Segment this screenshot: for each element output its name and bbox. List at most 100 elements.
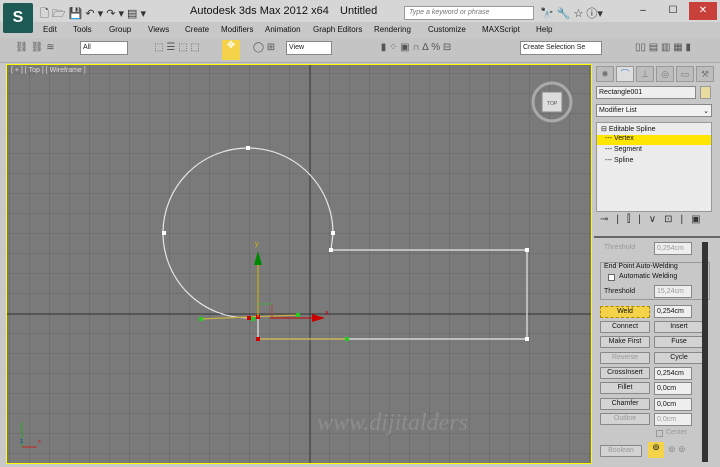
weld-button[interactable]: Weld	[600, 306, 650, 318]
menu-maxscript[interactable]: MAXScript	[482, 25, 520, 34]
modifier-list-dropdown[interactable]: Modifier List ⌄	[596, 104, 712, 117]
fuse-button[interactable]: Fuse	[654, 336, 704, 348]
boolean-button[interactable]: Boolean	[600, 445, 642, 457]
top-viewport[interactable]: y x www.dijitalders y x z TOP [ + ] [ To…	[6, 64, 592, 464]
weld-threshold-field[interactable]: 0,254cm	[654, 305, 692, 318]
selected-vertex	[256, 337, 260, 341]
menu-views[interactable]: Views	[148, 25, 169, 34]
menu-graph-editors[interactable]: Graph Editors	[313, 25, 362, 34]
connect-button[interactable]: Connect	[600, 321, 650, 333]
infocenter-icons[interactable]: 🔭 🔧 ☆ ⓘ▾	[540, 5, 603, 21]
threshold-label: Threshold	[604, 288, 636, 295]
display-tab-icon[interactable]: ▭	[676, 66, 694, 82]
create-tab-icon[interactable]: ✸	[596, 66, 614, 82]
menu-create[interactable]: Create	[185, 25, 209, 34]
object-name-field[interactable]: Rectangle001	[596, 86, 696, 99]
vertex	[329, 248, 333, 252]
outline-button[interactable]: Outline	[600, 413, 650, 425]
grid	[7, 65, 591, 463]
crossinsert-button[interactable]: CrossInsert	[600, 367, 650, 379]
rotate-scale-icons[interactable]: ◯ ⊞	[244, 42, 284, 58]
maximize-button[interactable]: ☐	[659, 2, 687, 20]
selection-filter-dropdown[interactable]: All	[80, 41, 128, 55]
svg-text:z: z	[20, 439, 23, 445]
menu-tools[interactable]: Tools	[73, 25, 92, 34]
autoweld-group-label: End Point Auto-Welding	[604, 263, 678, 270]
handle-point	[345, 337, 349, 341]
insert-button[interactable]: Insert	[654, 321, 704, 333]
automatic-welding-checkbox[interactable]	[608, 274, 615, 281]
handle-point	[199, 317, 203, 321]
menu-rendering[interactable]: Rendering	[374, 25, 411, 34]
menu-help[interactable]: Help	[536, 25, 552, 34]
vertex	[162, 231, 166, 235]
reference-coordinate-dropdown[interactable]: View	[286, 41, 332, 55]
stack-item-editable-spline[interactable]: ⊟ Editable Spline	[601, 125, 656, 133]
hierarchy-tab-icon[interactable]: ⊥	[636, 66, 654, 82]
main-toolbar: ⛓ ⛓ ≋ All ⬚ ☰ ⬚ ⬚ ✥ ◯ ⊞ View ▮ ⁘ ▣ ∩ ∆ %…	[0, 38, 720, 63]
handle-point	[251, 317, 255, 321]
watermark: www.dijitalders	[317, 410, 468, 436]
modify-tab-icon[interactable]: ⌒	[616, 66, 634, 82]
select-move-icon[interactable]: ✥	[222, 40, 240, 60]
vertex	[525, 248, 529, 252]
chamfer-field[interactable]: 0,0cm	[654, 398, 692, 411]
stack-item-segment[interactable]: --- Segment	[605, 146, 642, 153]
threshold-field[interactable]: 15,24cm	[654, 285, 692, 298]
fillet-button[interactable]: Fillet	[600, 382, 650, 394]
make-first-button[interactable]: Make First	[600, 336, 650, 348]
modifier-stack: ⊟ Editable Spline --- Vertex --- Segment…	[596, 122, 712, 212]
app-title: Autodesk 3ds Max 2012 x64	[190, 5, 329, 17]
link-unlink-bind-icons[interactable]: ⛓ ⛓ ≋	[10, 42, 60, 58]
viewport-canvas: y x www.dijitalders y x z TOP	[7, 65, 591, 463]
title-bar: S 🗋 🗁 💾 ↶ ▾ ↷ ▾ ▤ ▾ Autodesk 3ds Max 201…	[0, 0, 720, 33]
vertex	[246, 146, 250, 150]
utilities-tab-icon[interactable]: ⚒	[696, 66, 714, 82]
search-input[interactable]: Type a keyword or phrase	[404, 6, 534, 20]
mirror-align-icons[interactable]: ▯▯ ▤ ▥ ▦ ▮	[606, 42, 720, 58]
center-label: Center	[666, 429, 688, 436]
crossinsert-field[interactable]: 0,254cm	[654, 367, 692, 380]
selected-vertex	[247, 316, 251, 320]
rollout-scrollbar[interactable]	[702, 242, 708, 462]
chamfer-button[interactable]: Chamfer	[600, 398, 650, 410]
document-title: Untitled	[340, 5, 378, 17]
viewport-label[interactable]: [ + ] [ Top ] [ Wireframe ]	[11, 67, 86, 74]
outline-field[interactable]: 0,0cm	[654, 413, 692, 426]
svg-text:TOP: TOP	[547, 101, 558, 107]
vertex	[525, 337, 529, 341]
boolean-subtract-intersect-icons[interactable]: ⊚ ⊚	[668, 444, 686, 455]
stack-item-vertex[interactable]: --- Vertex	[597, 135, 711, 145]
stack-item-spline[interactable]: --- Spline	[605, 157, 633, 164]
close-button[interactable]: ✕	[689, 2, 717, 20]
automatic-welding-label: Automatic Welding	[619, 273, 678, 280]
select-tools-icons[interactable]: ⬚ ☰ ⬚ ⬚	[132, 42, 222, 58]
minimize-button[interactable]: –	[629, 2, 657, 20]
center-checkbox[interactable]	[656, 430, 663, 437]
boolean-union-icon[interactable]: ⊚	[648, 442, 664, 458]
reverse-button[interactable]: Reverse	[600, 352, 650, 364]
object-color-swatch[interactable]	[700, 86, 711, 99]
cycle-button[interactable]: Cycle	[654, 352, 704, 364]
svg-text:x: x	[38, 439, 41, 445]
menu-customize[interactable]: Customize	[428, 25, 466, 34]
command-panel: ✸ ⌒ ⊥ ◎ ▭ ⚒ Rectangle001 Modifier List ⌄ …	[594, 64, 720, 467]
threshold-top-field[interactable]: 0,254cm	[654, 242, 692, 255]
svg-text:y: y	[20, 422, 23, 428]
threshold-top-label: Threshold	[604, 244, 636, 251]
menu-edit[interactable]: Edit	[43, 25, 57, 34]
menu-bar: Edit Tools Group Views Create Modifiers …	[36, 22, 720, 38]
motion-tab-icon[interactable]: ◎	[656, 66, 674, 82]
vertex	[331, 231, 335, 235]
stack-controls-icons[interactable]: ⊸|⫿|∨⊡|▣	[600, 214, 709, 225]
gizmo-y-label: y	[255, 241, 259, 248]
menu-group[interactable]: Group	[109, 25, 131, 34]
handle-point	[296, 313, 300, 317]
fillet-field[interactable]: 0,0cm	[654, 382, 692, 395]
menu-modifiers[interactable]: Modifiers	[221, 25, 253, 34]
snap-tools-icons[interactable]: ▮ ⁘ ▣ ∩ ∆ % ⊟	[336, 42, 496, 58]
app-logo-icon[interactable]: S	[3, 3, 33, 33]
gizmo-x-label: x	[325, 310, 329, 317]
menu-animation[interactable]: Animation	[265, 25, 301, 34]
named-selection-dropdown[interactable]: Create Selection Se	[520, 41, 602, 55]
